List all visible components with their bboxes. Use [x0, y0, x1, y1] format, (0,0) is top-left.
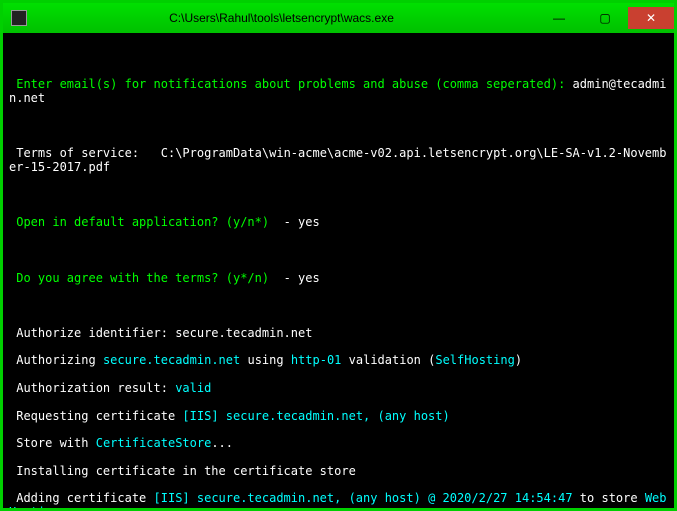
- authz-host: secure.tecadmin.net: [103, 353, 240, 367]
- req-cert-name: [IIS] secure.tecadmin.net, (any host): [182, 409, 449, 423]
- authz-method: http-01: [291, 353, 342, 367]
- add-cert-label: Adding certificate: [16, 491, 146, 505]
- authz-suffix: ): [515, 353, 522, 367]
- store-suffix: ...: [211, 436, 233, 450]
- window-controls: — ▢ ✕: [536, 7, 674, 29]
- store-name: CertificateStore: [96, 436, 212, 450]
- window-title: C:\Users\Rahul\tools\letsencrypt\wacs.ex…: [27, 11, 536, 25]
- minimize-button[interactable]: —: [536, 7, 582, 29]
- auth-result-label: Authorization result:: [16, 381, 168, 395]
- close-button[interactable]: ✕: [628, 7, 674, 29]
- req-cert-label: Requesting certificate: [16, 409, 175, 423]
- titlebar: C:\Users\Rahul\tools\letsencrypt\wacs.ex…: [3, 3, 674, 33]
- open-prompt: Open in default application? (y/n*): [16, 215, 269, 229]
- store-prefix: Store with: [16, 436, 88, 450]
- app-icon: [11, 10, 27, 26]
- add-cert-name: [IIS] secure.tecadmin.net, (any host): [154, 491, 421, 505]
- authz-mid: using: [247, 353, 283, 367]
- terminal-output[interactable]: Enter email(s) for notifications about p…: [3, 33, 674, 508]
- add-cert-time: @ 2020/2/27 14:54:47: [428, 491, 573, 505]
- agree-answer: - yes: [284, 271, 320, 285]
- maximize-button[interactable]: ▢: [582, 7, 628, 29]
- auth-id: secure.tecadmin.net: [175, 326, 312, 340]
- email-prompt: Enter email(s) for notifications about p…: [16, 77, 565, 91]
- auth-result: valid: [175, 381, 211, 395]
- agree-prompt: Do you agree with the terms? (y*/n): [16, 271, 269, 285]
- authz-prefix: Authorizing: [16, 353, 95, 367]
- add-cert-mid: to store: [580, 491, 638, 505]
- terms-label: Terms of service:: [16, 146, 139, 160]
- open-answer: - yes: [284, 215, 320, 229]
- auth-id-label: Authorize identifier:: [16, 326, 168, 340]
- authz-mid2: validation (: [349, 353, 436, 367]
- install-store: Installing certificate in the certificat…: [16, 464, 356, 478]
- authz-plugin: SelfHosting: [435, 353, 514, 367]
